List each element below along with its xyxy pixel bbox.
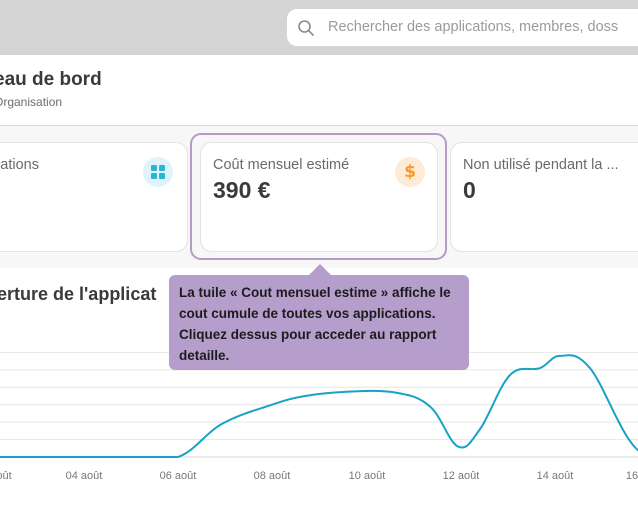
- x-tick-label: 06 août: [160, 470, 197, 482]
- page-header: eau de bord Organisation: [0, 55, 638, 126]
- card-unused[interactable]: Non utilisé pendant la ... 0: [450, 142, 638, 252]
- x-tick-label: 04 août: [66, 470, 103, 482]
- x-tick-label: 10 août: [349, 470, 386, 482]
- card-label: Coût mensuel estimé: [213, 157, 350, 173]
- chart-title: erture de l'applicat: [0, 284, 157, 304]
- card-value: 0: [463, 177, 476, 203]
- card-value: 390 €: [213, 177, 271, 203]
- search-input[interactable]: Rechercher des applications, membres, do…: [328, 19, 618, 35]
- page-title: eau de bord: [0, 69, 102, 90]
- card-monthly-cost[interactable]: Coût mensuel estimé 390 € $: [200, 142, 438, 252]
- tooltip-arrow: [309, 264, 331, 275]
- x-tick-label: oût: [0, 470, 12, 482]
- search-box[interactable]: Rechercher des applications, membres, do…: [287, 9, 638, 46]
- x-tick-label: 16: [626, 470, 638, 482]
- grid-icon: [143, 157, 173, 187]
- tooltip-text: La tuile « Cout mensuel estime » affiche…: [179, 285, 451, 363]
- card-label: cations: [0, 157, 39, 173]
- x-tick-label: 14 août: [537, 470, 574, 482]
- breadcrumb[interactable]: Organisation: [0, 95, 62, 109]
- search-icon: [298, 20, 314, 36]
- x-tick-label: 12 août: [443, 470, 480, 482]
- onboarding-tooltip: La tuile « Cout mensuel estime » affiche…: [169, 275, 469, 370]
- x-axis-ticks: oût 04 août 06 août 08 août 10 août 12 août 14…: [0, 470, 638, 482]
- card-label: Non utilisé pendant la ...: [463, 157, 619, 173]
- card-applications[interactable]: cations: [0, 142, 188, 252]
- series-line: [0, 354, 638, 458]
- dollar-icon: $: [395, 157, 425, 187]
- x-tick-label: 08 août: [254, 470, 291, 482]
